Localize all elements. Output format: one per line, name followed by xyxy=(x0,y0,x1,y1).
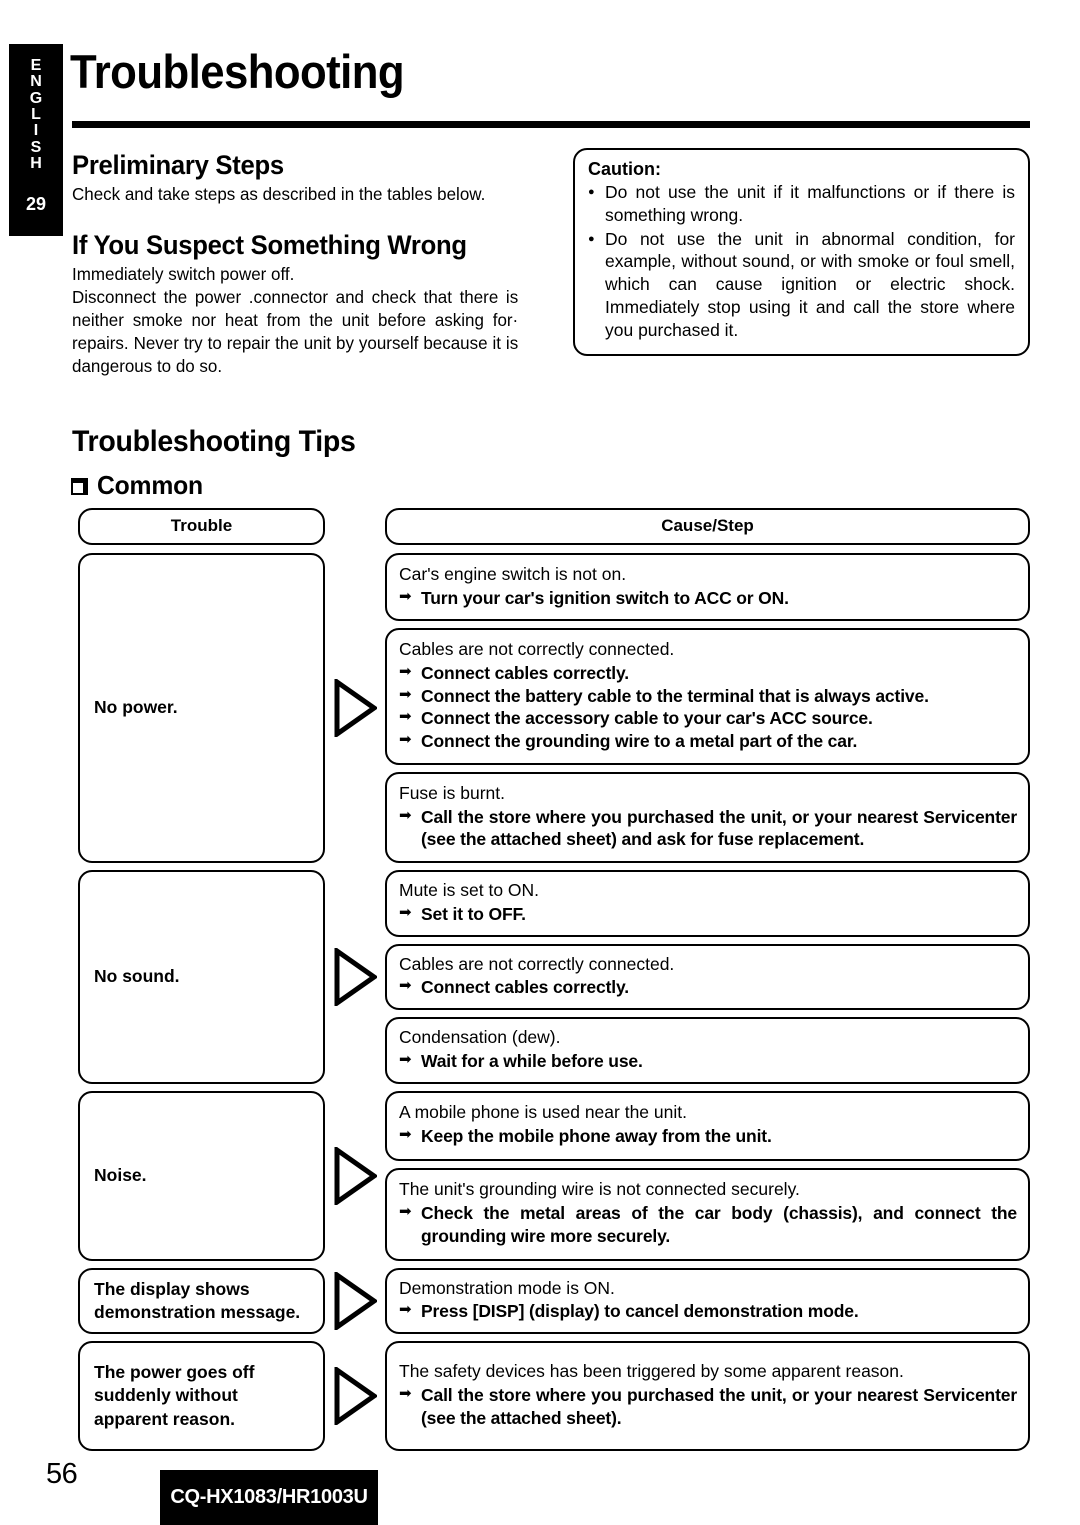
table-header-row: Trouble Cause/Step xyxy=(78,508,1030,545)
step-item: Keep the mobile phone away from the unit… xyxy=(399,1125,1017,1148)
cause-step-cell: Mute is set to ON. Set it to OFF. xyxy=(385,870,1030,937)
arrow-right-icon xyxy=(325,1091,385,1261)
language-letter: S xyxy=(30,138,42,156)
column-header-trouble: Trouble xyxy=(78,508,325,545)
troubleshooting-tips-heading: Troubleshooting Tips xyxy=(72,425,356,458)
step-item: Connect the battery cable to the termina… xyxy=(399,685,1017,708)
language-letter: L xyxy=(31,105,41,123)
language-letter: G xyxy=(29,89,43,107)
cause-step-cell: Fuse is burnt. Call the store where you p… xyxy=(385,771,1030,863)
table-row: No power. Car's engine switch is not on. T… xyxy=(78,553,1030,863)
caution-box: Caution: Do not use the unit if it malfu… xyxy=(573,148,1030,357)
cause-step-cell: The unit's grounding wire is not connect… xyxy=(385,1167,1030,1261)
step-list: Call the store where you purchased the u… xyxy=(399,1384,1017,1430)
cause-text: Cables are not correctly connected. xyxy=(399,639,675,660)
table-row: The power goes off suddenly without appa… xyxy=(78,1341,1030,1452)
step-list: Wait for a while before use. xyxy=(399,1050,1017,1073)
trouble-cell: The power goes off suddenly without appa… xyxy=(78,1341,325,1452)
cause-step-column: Mute is set to ON. Set it to OFF. Cables a… xyxy=(385,870,1030,1084)
trouble-cell: The display shows demonstration message. xyxy=(78,1267,325,1335)
troubleshooting-table: Trouble Cause/Step No power. Car's engine… xyxy=(78,508,1030,1458)
left-column: Preliminary Steps Check and take steps a… xyxy=(72,150,532,378)
cause-step-cell: Cables are not correctly connected.Conne… xyxy=(385,628,1030,765)
page-title: Troubleshooting xyxy=(70,45,405,98)
step-item: Wait for a while before use. xyxy=(399,1050,1017,1073)
language-letter: N xyxy=(30,73,42,91)
cause-text: The safety devices has been triggered by… xyxy=(399,1361,904,1382)
step-item: Turn your car's ignition switch to ACC o… xyxy=(399,587,1017,610)
suspect-body-line-2: Disconnect the power .connector and chec… xyxy=(72,287,519,377)
trouble-cell: No sound. xyxy=(78,870,325,1084)
trouble-cell: Noise. xyxy=(78,1090,325,1261)
caution-item: Do not use the unit in abnormal conditio… xyxy=(588,228,1015,342)
model-badge: CQ-HX1083/HR1003U xyxy=(160,1470,378,1525)
column-header-cause-step: Cause/Step xyxy=(385,508,1030,545)
cause-text: Demonstration mode is ON. xyxy=(399,1277,615,1298)
cause-text: Mute is set to ON. xyxy=(399,880,540,900)
cause-step-cell: The safety devices has been triggered by… xyxy=(385,1341,1030,1452)
step-list: Set it to OFF. xyxy=(399,903,1017,926)
caution-title: Caution: xyxy=(588,159,661,179)
step-item: Connect cables correctly. xyxy=(399,662,1017,685)
step-list: Call the store where you purchased the u… xyxy=(399,806,1017,852)
caution-list: Do not use the unit if it malfunctions o… xyxy=(588,181,1015,341)
step-list: Connect cables correctly.Connect the bat… xyxy=(399,662,1017,753)
language-letter: H xyxy=(30,154,42,172)
title-rule xyxy=(72,121,1030,128)
step-item: Press [DISP] (display) to cancel demonst… xyxy=(399,1300,1017,1323)
step-list: Keep the mobile phone away from the unit… xyxy=(399,1125,1017,1148)
step-item: Call the store where you purchased the u… xyxy=(399,1384,1017,1430)
table-rows: No power. Car's engine switch is not on. T… xyxy=(78,553,1030,1452)
square-bullet-icon xyxy=(71,478,88,495)
cause-text: Fuse is burnt. xyxy=(399,782,506,803)
side-tab-number: 29 xyxy=(25,194,47,215)
cause-step-column: A mobile phone is used near the unit.Kee… xyxy=(385,1090,1030,1261)
cause-text: Condensation (dew). xyxy=(399,1027,561,1047)
table-row: No sound. Mute is set to ON. Set it to OFF… xyxy=(78,870,1030,1084)
cause-step-column: Car's engine switch is not on. Turn your … xyxy=(385,553,1030,863)
step-item: Call the store where you purchased the u… xyxy=(399,806,1017,852)
cause-text: A mobile phone is used near the unit. xyxy=(399,1102,687,1123)
step-list: Connect cables correctly. xyxy=(399,976,1017,999)
cause-step-cell: Cables are not correctly connected.Conne… xyxy=(385,943,1030,1010)
step-item: Connect cables correctly. xyxy=(399,976,1017,999)
preliminary-steps-heading: Preliminary Steps xyxy=(72,150,284,180)
caution-item: Do not use the unit if it malfunctions o… xyxy=(588,181,1015,227)
common-section-label: Common xyxy=(97,470,203,500)
step-item: Connect the grounding wire to a metal pa… xyxy=(399,730,1017,753)
arrow-right-icon xyxy=(325,553,385,863)
cause-step-cell: Demonstration mode is ON.Press [DISP] (d… xyxy=(385,1267,1030,1335)
step-item: Set it to OFF. xyxy=(399,903,1017,926)
cause-step-cell: Car's engine switch is not on. Turn your … xyxy=(385,553,1030,622)
step-list: Check the metal areas of the car body (c… xyxy=(399,1202,1017,1248)
cause-text: Car's engine switch is not on. xyxy=(399,563,627,584)
cause-text: Cables are not correctly connected. xyxy=(399,953,675,974)
table-row: Noise. A mobile phone is used near the un… xyxy=(78,1090,1030,1261)
arrow-right-icon xyxy=(325,1341,385,1451)
language-letter: E xyxy=(30,57,42,74)
cause-step-column: The safety devices has been triggered by… xyxy=(385,1341,1030,1452)
preliminary-steps-body: Check and take steps as described in the… xyxy=(72,184,486,205)
page-number: 56 xyxy=(46,1458,78,1490)
step-list: Turn your car's ignition switch to ACC o… xyxy=(399,587,1017,610)
common-section-header: Common xyxy=(71,470,208,501)
cause-step-cell: A mobile phone is used near the unit.Kee… xyxy=(385,1090,1030,1161)
cause-step-column: Demonstration mode is ON.Press [DISP] (d… xyxy=(385,1267,1030,1335)
language-letters: E N G L I S H xyxy=(29,57,43,172)
table-row: The display shows demonstration message.… xyxy=(78,1267,1030,1335)
step-list: Press [DISP] (display) to cancel demonst… xyxy=(399,1300,1017,1323)
trouble-cell: No power. xyxy=(78,553,325,863)
step-item: Connect the accessory cable to your car'… xyxy=(399,707,1017,730)
suspect-something-wrong-heading: If You Suspect Something Wrong xyxy=(72,230,467,261)
suspect-body-line-1: Immediately switch power off. xyxy=(72,264,295,285)
arrow-right-icon xyxy=(325,870,385,1084)
cause-step-cell: Condensation (dew). Wait for a while befo… xyxy=(385,1017,1030,1084)
arrow-right-icon xyxy=(325,1268,385,1335)
step-item: Check the metal areas of the car body (c… xyxy=(399,1202,1017,1248)
language-side-tab: E N G L I S H 29 xyxy=(9,44,63,236)
language-letter: I xyxy=(33,122,39,140)
cause-text: The unit's grounding wire is not connect… xyxy=(399,1179,800,1200)
